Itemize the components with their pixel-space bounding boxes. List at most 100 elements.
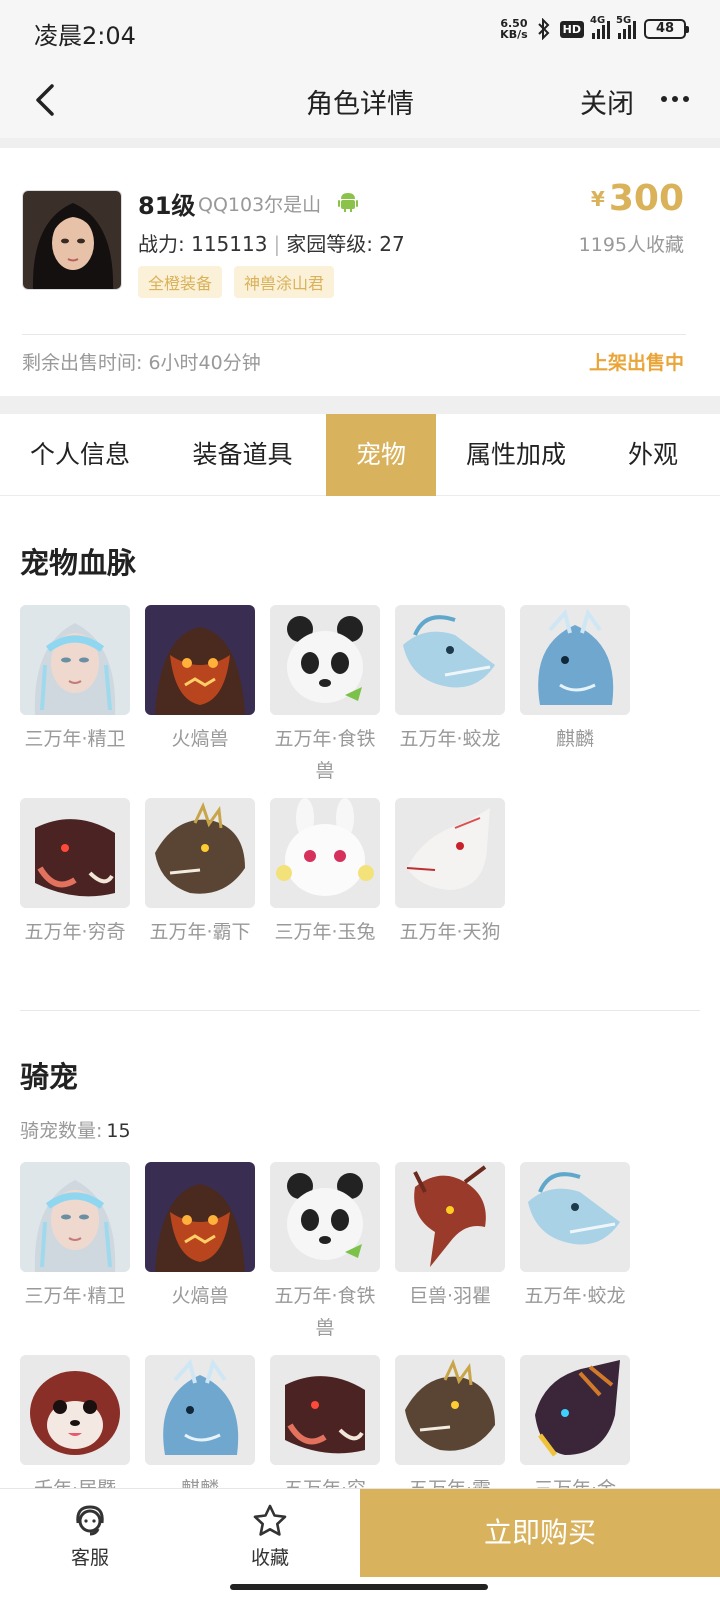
baxia-portrait-icon — [145, 798, 255, 908]
bluetooth-icon — [537, 18, 550, 40]
pet-name: 麒麟 — [555, 728, 594, 750]
pet-name: 五万年·食铁兽 — [274, 728, 376, 782]
pet-item[interactable]: 五万年·蛟龙 — [395, 605, 505, 755]
pet-name: 三万年·精卫 — [24, 728, 126, 750]
pet-item[interactable]: 五万年·食铁兽 — [270, 605, 380, 787]
net-speed: 6.50 KB/s — [500, 17, 528, 41]
battery-icon: 48 — [644, 19, 689, 39]
tag-divine-beast: 神兽涂山君 — [234, 266, 335, 298]
mount-item[interactable]: 三万年·金 — [520, 1355, 630, 1505]
jingwei-portrait-icon — [20, 1162, 130, 1272]
bloodline-title: 宠物血脉 — [20, 546, 137, 580]
customer-service-label: 客服 — [70, 1547, 109, 1569]
mount-item[interactable]: 五万年·霸 — [395, 1355, 505, 1505]
price-value: 300 — [608, 178, 684, 219]
jingwei-portrait-icon — [20, 605, 130, 715]
tab-pets[interactable]: 宠物 — [326, 414, 436, 496]
hd-badge: HD — [559, 20, 584, 38]
mount-item[interactable]: 五万年·穷 — [270, 1355, 380, 1505]
mount-item[interactable]: 巨兽·羽瞿 — [395, 1162, 505, 1312]
mount-item[interactable]: 麒麟 — [145, 1355, 255, 1505]
fire-beast-portrait-icon — [145, 1162, 255, 1272]
pet-item[interactable]: 三万年·精卫 — [20, 605, 130, 755]
header-nav: 角色详情 关闭 — [0, 62, 720, 138]
tab-equipment[interactable]: 装备道具 — [160, 414, 325, 496]
pet-name: 五万年·天狗 — [399, 921, 501, 943]
remaining-sale-time: 剩余出售时间: 6小时40分钟 — [22, 352, 261, 374]
home-indicator[interactable] — [230, 1584, 488, 1590]
mount-name: 火熇兽 — [171, 1285, 229, 1307]
mount-count-value: 15 — [106, 1120, 131, 1142]
tab-attribute-bonus[interactable]: 属性加成 — [436, 414, 596, 496]
tab-personal-info[interactable]: 个人信息 — [0, 414, 160, 496]
mount-item[interactable]: 五万年·蛟龙 — [520, 1162, 630, 1312]
tab-appearance[interactable]: 外观 — [596, 414, 710, 496]
pet-item[interactable]: 五万年·穷奇 — [20, 798, 130, 948]
pet-item[interactable]: 五万年·天狗 — [395, 798, 505, 948]
sale-status: 上架出售中 — [588, 352, 684, 374]
pet-name: 五万年·蛟龙 — [399, 728, 501, 750]
status-time: 凌晨2:04 — [34, 22, 136, 50]
fire-beast-portrait-icon — [145, 605, 255, 715]
pet-item[interactable]: 五万年·霸下 — [145, 798, 255, 948]
section-divider — [20, 1010, 700, 1011]
mount-count: 骑宠数量: 15 — [20, 1120, 131, 1142]
currency-symbol: ¥ — [590, 187, 605, 211]
mount-item[interactable]: 三万年·精卫 — [20, 1162, 130, 1312]
pet-name: 火熇兽 — [171, 728, 229, 750]
signal-5g-icon: 5G — [616, 15, 636, 39]
customer-service-button[interactable]: 客服 — [30, 1489, 150, 1579]
pet-item[interactable]: 火熇兽 — [145, 605, 255, 755]
qilin-portrait-icon — [520, 605, 630, 715]
mount-item[interactable]: 千年·居暨 — [20, 1355, 130, 1505]
divider — [22, 334, 686, 335]
mount-name: 五万年·蛟龙 — [524, 1285, 626, 1307]
detail-tabs: 个人信息 装备道具 宠物 属性加成 外观 — [0, 414, 720, 496]
jade-rabbit-portrait-icon — [270, 798, 380, 908]
favorite-count: 1195人收藏 — [578, 234, 684, 256]
tiangou-portrait-icon — [395, 798, 505, 908]
star-icon — [253, 1504, 287, 1536]
close-button[interactable]: 关闭 — [580, 82, 634, 121]
mount-item[interactable]: 五万年·食铁兽 — [270, 1162, 380, 1344]
role-stats: 战力: 115113 | 家园等级: 27 — [138, 232, 405, 256]
favorite-button[interactable]: 收藏 — [210, 1489, 330, 1579]
dragon-portrait-icon — [395, 605, 505, 715]
mount-name: 三万年·精卫 — [24, 1285, 126, 1307]
separator — [0, 138, 720, 148]
gold-dragon-portrait-icon — [520, 1355, 630, 1465]
pet-name: 五万年·穷奇 — [24, 921, 126, 943]
role-tags: 全橙装备 神兽涂山君 — [138, 266, 335, 298]
price: ¥300 — [591, 178, 684, 219]
home-level-value: 家园等级: 27 — [286, 232, 405, 256]
pet-item[interactable]: 麒麟 — [520, 605, 630, 755]
favorite-label: 收藏 — [250, 1547, 289, 1569]
avatar — [22, 190, 122, 290]
qiongqi-portrait-icon — [20, 798, 130, 908]
more-icon[interactable] — [660, 94, 690, 104]
tag-equipment: 全橙装备 — [138, 266, 223, 298]
qiongqi-portrait-icon — [270, 1355, 380, 1465]
baxia-portrait-icon — [395, 1355, 505, 1465]
pet-name: 三万年·玉兔 — [274, 921, 376, 943]
customer-service-icon — [76, 1505, 104, 1536]
role-card[interactable]: 81级 QQ103尔是山 战力: 115113 | 家园等级: 27 全橙装备 神兽… — [0, 148, 720, 396]
juji-portrait-icon — [20, 1355, 130, 1465]
pet-item[interactable]: 三万年·玉兔 — [270, 798, 380, 948]
status-icons: 6.50 KB/s HD 4G 5G 48 — [500, 15, 689, 41]
power-value: 战力: 115113 — [138, 232, 268, 256]
yuqu-portrait-icon — [395, 1162, 505, 1272]
panda-portrait-icon — [270, 1162, 380, 1272]
buy-now-button[interactable]: 立即购买 — [360, 1489, 720, 1577]
mounts-title: 骑宠 — [20, 1060, 79, 1094]
pet-name: 五万年·霸下 — [149, 921, 251, 943]
status-bar: 凌晨2:04 6.50 KB/s HD 4G 5G 48 — [0, 0, 720, 62]
role-server: QQ103尔是山 — [198, 194, 322, 216]
mount-item[interactable]: 火熇兽 — [145, 1162, 255, 1312]
separator — [0, 396, 720, 414]
mount-name: 巨兽·羽瞿 — [408, 1285, 492, 1307]
panda-portrait-icon — [270, 605, 380, 715]
qilin-portrait-icon — [145, 1355, 255, 1465]
dragon-portrait-icon — [520, 1162, 630, 1272]
role-level: 81级 — [138, 192, 196, 220]
